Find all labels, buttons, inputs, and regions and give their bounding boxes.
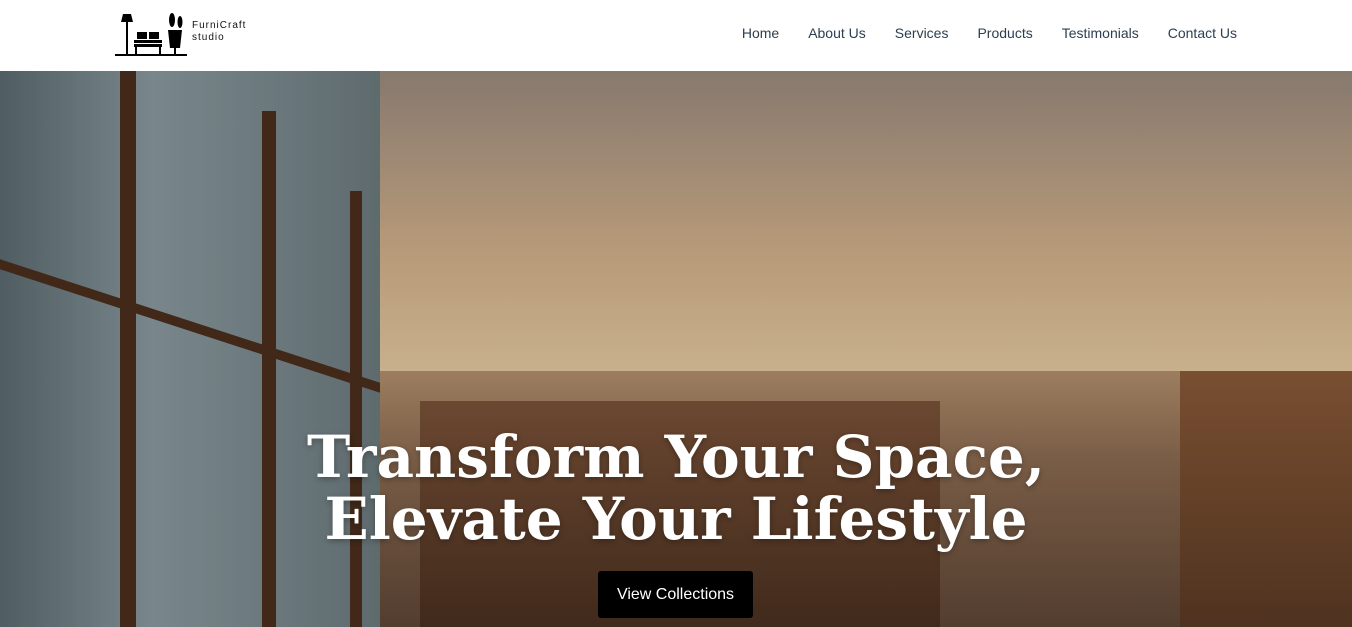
view-collections-button[interactable]: View Collections	[598, 571, 753, 618]
main-nav: Home About Us Services Products Testimon…	[742, 25, 1237, 41]
nav-contact-us[interactable]: Contact Us	[1168, 25, 1237, 41]
site-header: FurniCraft studio Home About Us Services …	[0, 0, 1352, 71]
nav-services[interactable]: Services	[895, 25, 949, 41]
logo-tagline: studio	[192, 32, 225, 43]
nav-testimonials[interactable]: Testimonials	[1062, 25, 1139, 41]
nav-products[interactable]: Products	[977, 25, 1032, 41]
furniture-logo-icon	[115, 13, 187, 56]
logo[interactable]: FurniCraft studio	[114, 12, 246, 58]
hero-title: Transform Your Space, Elevate Your Lifest…	[306, 423, 1046, 553]
nav-about-us[interactable]: About Us	[808, 25, 866, 41]
logo-name: FurniCraft	[192, 20, 247, 31]
nav-home[interactable]: Home	[742, 25, 779, 41]
hero-section: Transform Your Space, Elevate Your Lifest…	[0, 71, 1352, 627]
